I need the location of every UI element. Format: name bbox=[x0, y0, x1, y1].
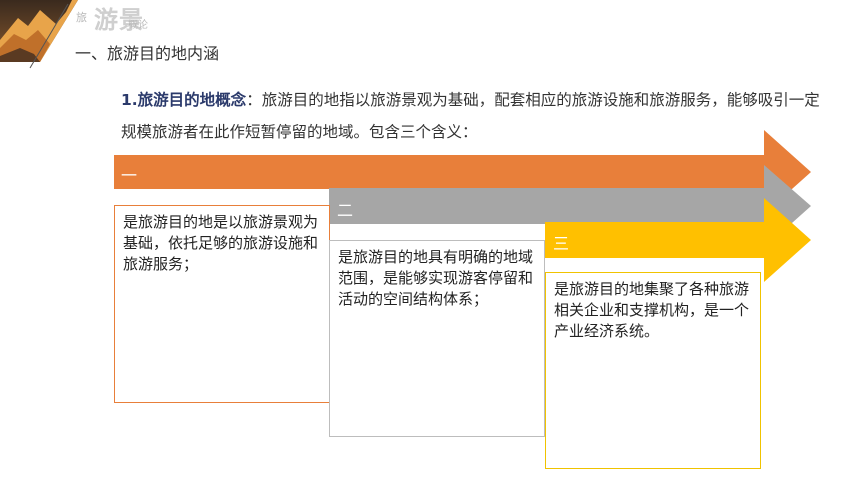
step-label-1: 一 bbox=[121, 166, 138, 185]
step-label-2: 二 bbox=[337, 201, 354, 220]
step-box-2: 是旅游目的地具有明确的地域范围，是能够实现游客停留和活动的空间结构体系； bbox=[329, 240, 545, 437]
step-text-3: 是旅游目的地集聚了各种旅游相关企业和支撑机构，是一个产业经济系统。 bbox=[554, 280, 750, 340]
step-text-1: 是旅游目的地是以旅游景观为基础，依托足够的旅游设施和旅游服务； bbox=[123, 213, 319, 273]
step-box-3: 是旅游目的地集聚了各种旅游相关企业和支撑机构，是一个产业经济系统。 bbox=[545, 272, 761, 469]
step-text-2: 是旅游目的地具有明确的地域范围，是能够实现游客停留和活动的空间结构体系； bbox=[338, 248, 534, 308]
step-box-1: 是旅游目的地是以旅游景观为基础，依托足够的旅游设施和旅游服务； bbox=[114, 205, 330, 403]
step-label-3: 三 bbox=[553, 234, 570, 253]
